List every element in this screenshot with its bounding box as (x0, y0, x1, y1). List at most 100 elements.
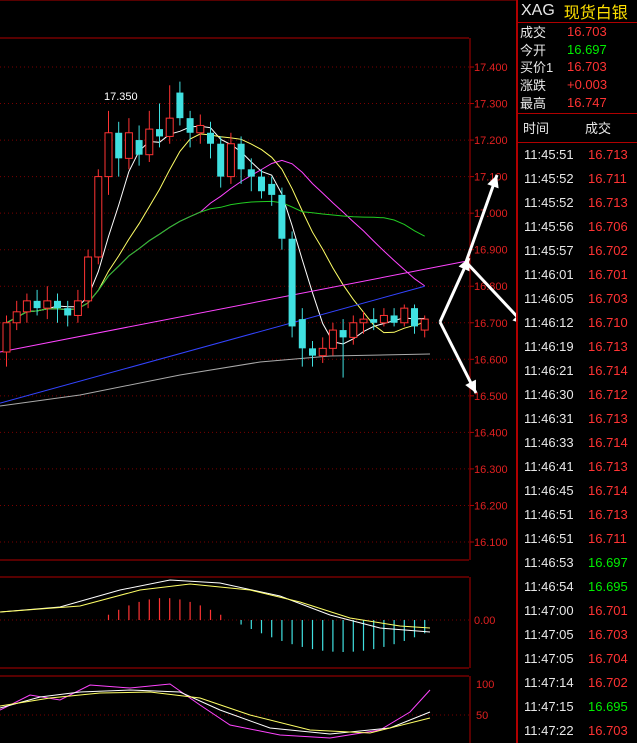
quote-row: 涨跌 +0.003 (518, 76, 637, 94)
trade-price: 16.713 (588, 411, 628, 427)
candle-body (217, 143, 225, 177)
candle-body (207, 132, 214, 144)
trade-price: 16.713 (588, 195, 628, 211)
arrow-shaft (464, 260, 516, 318)
candle-body (349, 322, 358, 338)
macd-dif-line (0, 579, 431, 633)
trade-row: 11:45:57 16.702 (518, 239, 637, 263)
candle-body (54, 300, 61, 309)
symbol-header: XAG 现货白银 (518, 0, 637, 23)
candle-body (176, 92, 184, 119)
trade-price: 16.713 (588, 507, 628, 523)
candle (33, 289, 41, 316)
trade-price: 16.710 (588, 315, 628, 331)
trade-time: 11:47:05 (524, 627, 574, 643)
candle (288, 231, 296, 338)
candle (390, 308, 398, 327)
kline-chart-area[interactable]: 17.40017.30017.20017.10017.00016.90016.8… (0, 0, 516, 743)
macd-axis-label: 0.00 (474, 615, 495, 627)
trade-price: 16.706 (588, 219, 628, 235)
kline-chart[interactable]: 17.40017.30017.20017.10017.00016.90016.8… (0, 0, 516, 743)
price-tick-label: 16.300 (474, 464, 508, 476)
candle-body (268, 183, 276, 195)
candle-body (298, 319, 306, 349)
trade-price: 16.701 (588, 603, 628, 619)
candle (309, 341, 316, 367)
trade-price: 16.701 (588, 267, 628, 283)
trade-row: 11:47:05 16.703 (518, 623, 637, 647)
candle-body (64, 308, 72, 316)
trade-time: 11:47:14 (524, 675, 574, 691)
price-tick-label: 16.500 (474, 391, 508, 403)
ma10-line (6, 133, 425, 334)
candle-body (278, 194, 286, 239)
quote-value: 16.703 (567, 59, 607, 75)
trade-price: 16.695 (588, 699, 628, 715)
trade-price: 16.702 (588, 243, 628, 259)
candle-body (124, 132, 133, 159)
trade-price: 16.711 (588, 171, 627, 187)
trade-price: 16.711 (588, 531, 627, 547)
trade-row: 11:46:45 16.714 (518, 479, 637, 503)
trade-time: 11:46:05 (524, 291, 574, 307)
quote-value: +0.003 (567, 77, 608, 93)
price-tick-label: 17.400 (474, 62, 508, 74)
candle (278, 187, 286, 250)
candle (217, 136, 225, 188)
annotation-arrow (438, 321, 478, 394)
trade-time: 11:46:31 (524, 411, 574, 427)
candle (12, 300, 21, 331)
candle (176, 81, 184, 126)
candle-body (411, 308, 418, 327)
candle-body (288, 238, 296, 327)
trade-time: 11:46:21 (524, 363, 574, 379)
trade-time: 11:47:05 (524, 651, 574, 667)
candle (258, 169, 265, 199)
candle-body (370, 319, 378, 323)
candle-body (420, 318, 429, 331)
trade-row: 11:45:52 16.713 (518, 191, 637, 215)
trade-row: 11:46:51 16.713 (518, 503, 637, 527)
candle-body (94, 176, 103, 258)
price-tick-label: 16.600 (474, 354, 508, 366)
candle (124, 118, 133, 170)
trade-time: 11:46:51 (524, 531, 574, 547)
candle (420, 315, 429, 338)
candle-body (258, 176, 265, 192)
candle (54, 293, 61, 323)
candle-body (237, 143, 245, 170)
price-tick-label: 16.400 (474, 427, 508, 439)
rsi-axis-label: 50 (476, 710, 488, 722)
trade-time: 11:46:45 (524, 483, 574, 499)
trade-row: 11:46:21 16.714 (518, 359, 637, 383)
quote-row: 成交 16.703 (518, 23, 637, 41)
quote-row: 买价1 16.703 (518, 58, 637, 76)
trade-price: 16.713 (588, 339, 628, 355)
rsi-line-1 (0, 683, 431, 739)
trade-price: 16.714 (588, 435, 628, 451)
candle (22, 293, 31, 323)
candle (145, 110, 154, 162)
candle-body (156, 129, 163, 137)
trade-time: 11:47:22 (524, 723, 574, 739)
trade-time: 11:45:56 (524, 219, 574, 235)
candle-body (135, 140, 143, 155)
candle (237, 136, 245, 184)
trades-header-time: 时间 (523, 121, 550, 137)
trade-price: 16.702 (588, 675, 628, 691)
trade-row: 11:46:12 16.710 (518, 311, 637, 335)
rsi-axis-label: 100 (476, 679, 494, 691)
trades-list[interactable]: 11:45:51 16.713 11:45:52 16.711 11:45:52 16.7… (518, 143, 637, 743)
trade-row: 11:45:52 16.711 (518, 167, 637, 191)
trade-row: 11:47:05 16.704 (518, 647, 637, 671)
trade-time: 11:46:51 (524, 507, 574, 523)
candle (104, 110, 113, 195)
trade-price: 16.714 (588, 483, 628, 499)
candle (328, 322, 337, 356)
trade-time: 11:46:01 (524, 267, 574, 283)
candle (43, 286, 52, 320)
trade-price: 16.703 (588, 627, 628, 643)
candle (115, 121, 123, 177)
trade-price: 16.714 (588, 363, 628, 379)
price-tick-label: 17.000 (474, 208, 508, 220)
